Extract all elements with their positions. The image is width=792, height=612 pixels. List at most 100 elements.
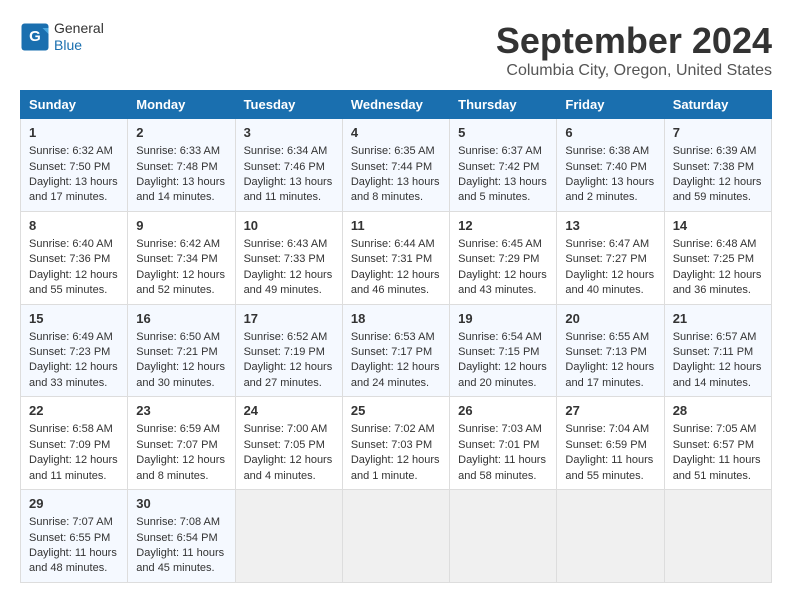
- sunrise-label: Sunrise: 6:44 AM: [351, 238, 435, 250]
- daylight-label: Daylight: 12 hours and 1 minute.: [351, 454, 440, 481]
- sunset-label: Sunset: 6:59 PM: [565, 439, 646, 451]
- daylight-label: Daylight: 13 hours and 11 minutes.: [244, 176, 333, 203]
- day-number: 27: [565, 402, 655, 420]
- day-number: 5: [458, 124, 548, 142]
- sunset-label: Sunset: 6:57 PM: [673, 439, 754, 451]
- table-row: 14 Sunrise: 6:48 AM Sunset: 7:25 PM Dayl…: [664, 211, 771, 304]
- sunrise-label: Sunrise: 6:52 AM: [244, 331, 328, 343]
- empty-cell: [342, 490, 449, 583]
- table-row: 11 Sunrise: 6:44 AM Sunset: 7:31 PM Dayl…: [342, 211, 449, 304]
- sunrise-label: Sunrise: 6:35 AM: [351, 145, 435, 157]
- daylight-label: Daylight: 12 hours and 14 minutes.: [673, 361, 762, 388]
- header-saturday: Saturday: [664, 91, 771, 119]
- table-row: 8 Sunrise: 6:40 AM Sunset: 7:36 PM Dayli…: [21, 211, 128, 304]
- daylight-label: Daylight: 12 hours and 55 minutes.: [29, 269, 118, 296]
- sunset-label: Sunset: 7:34 PM: [136, 253, 217, 265]
- logo-icon: G: [20, 22, 50, 52]
- day-number: 8: [29, 217, 119, 235]
- sunrise-label: Sunrise: 6:49 AM: [29, 331, 113, 343]
- table-row: 17 Sunrise: 6:52 AM Sunset: 7:19 PM Dayl…: [235, 304, 342, 397]
- daylight-label: Daylight: 11 hours and 45 minutes.: [136, 547, 224, 574]
- table-row: 30 Sunrise: 7:08 AM Sunset: 6:54 PM Dayl…: [128, 490, 235, 583]
- day-number: 30: [136, 495, 226, 513]
- calendar-table: Sunday Monday Tuesday Wednesday Thursday…: [20, 90, 772, 583]
- day-number: 19: [458, 310, 548, 328]
- sunset-label: Sunset: 7:33 PM: [244, 253, 325, 265]
- day-number: 23: [136, 402, 226, 420]
- daylight-label: Daylight: 12 hours and 20 minutes.: [458, 361, 547, 388]
- daylight-label: Daylight: 12 hours and 52 minutes.: [136, 269, 225, 296]
- sunrise-label: Sunrise: 6:39 AM: [673, 145, 757, 157]
- page-title: September 2024: [496, 20, 772, 62]
- day-number: 16: [136, 310, 226, 328]
- sunrise-label: Sunrise: 6:50 AM: [136, 331, 220, 343]
- sunset-label: Sunset: 7:05 PM: [244, 439, 325, 451]
- sunset-label: Sunset: 7:21 PM: [136, 346, 217, 358]
- daylight-label: Daylight: 13 hours and 8 minutes.: [351, 176, 440, 203]
- day-number: 25: [351, 402, 441, 420]
- sunrise-label: Sunrise: 6:47 AM: [565, 238, 649, 250]
- table-row: 24 Sunrise: 7:00 AM Sunset: 7:05 PM Dayl…: [235, 397, 342, 490]
- sunrise-label: Sunrise: 6:32 AM: [29, 145, 113, 157]
- sunrise-label: Sunrise: 6:38 AM: [565, 145, 649, 157]
- sunrise-label: Sunrise: 7:08 AM: [136, 516, 220, 528]
- day-number: 6: [565, 124, 655, 142]
- sunset-label: Sunset: 6:55 PM: [29, 532, 110, 544]
- day-number: 18: [351, 310, 441, 328]
- week-row-2: 8 Sunrise: 6:40 AM Sunset: 7:36 PM Dayli…: [21, 211, 772, 304]
- table-row: 21 Sunrise: 6:57 AM Sunset: 7:11 PM Dayl…: [664, 304, 771, 397]
- table-row: 16 Sunrise: 6:50 AM Sunset: 7:21 PM Dayl…: [128, 304, 235, 397]
- table-row: 9 Sunrise: 6:42 AM Sunset: 7:34 PM Dayli…: [128, 211, 235, 304]
- sunrise-label: Sunrise: 6:42 AM: [136, 238, 220, 250]
- daylight-label: Daylight: 12 hours and 11 minutes.: [29, 454, 118, 481]
- sunrise-label: Sunrise: 6:55 AM: [565, 331, 649, 343]
- daylight-label: Daylight: 13 hours and 5 minutes.: [458, 176, 547, 203]
- sunset-label: Sunset: 7:01 PM: [458, 439, 539, 451]
- daylight-label: Daylight: 13 hours and 14 minutes.: [136, 176, 225, 203]
- sunset-label: Sunset: 7:31 PM: [351, 253, 432, 265]
- sunrise-label: Sunrise: 6:34 AM: [244, 145, 328, 157]
- sunrise-label: Sunrise: 7:03 AM: [458, 423, 542, 435]
- day-number: 10: [244, 217, 334, 235]
- table-row: 22 Sunrise: 6:58 AM Sunset: 7:09 PM Dayl…: [21, 397, 128, 490]
- daylight-label: Daylight: 11 hours and 48 minutes.: [29, 547, 117, 574]
- calendar-header-row: Sunday Monday Tuesday Wednesday Thursday…: [21, 91, 772, 119]
- day-number: 24: [244, 402, 334, 420]
- table-row: 18 Sunrise: 6:53 AM Sunset: 7:17 PM Dayl…: [342, 304, 449, 397]
- sunrise-label: Sunrise: 6:53 AM: [351, 331, 435, 343]
- sunset-label: Sunset: 7:27 PM: [565, 253, 646, 265]
- sunrise-label: Sunrise: 6:59 AM: [136, 423, 220, 435]
- page-header: G General Blue September 2024 Columbia C…: [20, 20, 772, 80]
- sunrise-label: Sunrise: 7:07 AM: [29, 516, 113, 528]
- day-number: 26: [458, 402, 548, 420]
- table-row: 3 Sunrise: 6:34 AM Sunset: 7:46 PM Dayli…: [235, 119, 342, 212]
- sunset-label: Sunset: 6:54 PM: [136, 532, 217, 544]
- sunrise-label: Sunrise: 7:02 AM: [351, 423, 435, 435]
- daylight-label: Daylight: 12 hours and 59 minutes.: [673, 176, 762, 203]
- day-number: 13: [565, 217, 655, 235]
- daylight-label: Daylight: 12 hours and 49 minutes.: [244, 269, 333, 296]
- sunset-label: Sunset: 7:13 PM: [565, 346, 646, 358]
- sunset-label: Sunset: 7:50 PM: [29, 161, 110, 173]
- sunset-label: Sunset: 7:48 PM: [136, 161, 217, 173]
- sunset-label: Sunset: 7:36 PM: [29, 253, 110, 265]
- daylight-label: Daylight: 11 hours and 58 minutes.: [458, 454, 546, 481]
- sunset-label: Sunset: 7:40 PM: [565, 161, 646, 173]
- daylight-label: Daylight: 11 hours and 55 minutes.: [565, 454, 653, 481]
- daylight-label: Daylight: 12 hours and 27 minutes.: [244, 361, 333, 388]
- table-row: 13 Sunrise: 6:47 AM Sunset: 7:27 PM Dayl…: [557, 211, 664, 304]
- table-row: 25 Sunrise: 7:02 AM Sunset: 7:03 PM Dayl…: [342, 397, 449, 490]
- header-monday: Monday: [128, 91, 235, 119]
- sunrise-label: Sunrise: 6:54 AM: [458, 331, 542, 343]
- day-number: 9: [136, 217, 226, 235]
- logo-general: General: [54, 20, 104, 37]
- sunset-label: Sunset: 7:07 PM: [136, 439, 217, 451]
- day-number: 11: [351, 217, 441, 235]
- sunset-label: Sunset: 7:23 PM: [29, 346, 110, 358]
- table-row: 2 Sunrise: 6:33 AM Sunset: 7:48 PM Dayli…: [128, 119, 235, 212]
- sunrise-label: Sunrise: 6:48 AM: [673, 238, 757, 250]
- sunrise-label: Sunrise: 7:00 AM: [244, 423, 328, 435]
- table-row: 26 Sunrise: 7:03 AM Sunset: 7:01 PM Dayl…: [450, 397, 557, 490]
- sunrise-label: Sunrise: 6:40 AM: [29, 238, 113, 250]
- sunset-label: Sunset: 7:03 PM: [351, 439, 432, 451]
